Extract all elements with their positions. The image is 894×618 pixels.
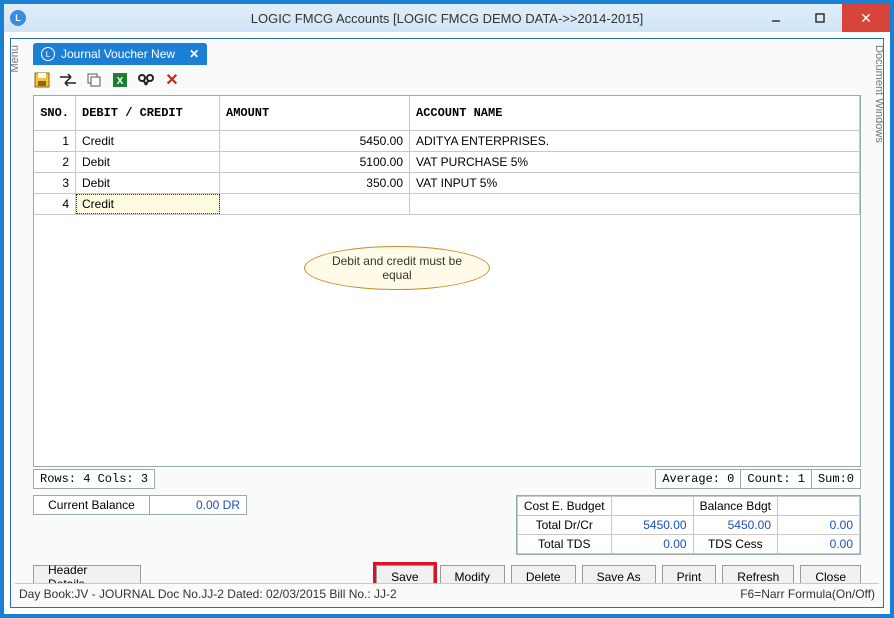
stat-average: Average: 0 <box>655 469 741 489</box>
doc-tab-icon: L <box>41 47 55 61</box>
document-tabstrip: L Journal Voucher New ✕ <box>33 43 207 65</box>
save-icon[interactable] <box>33 71 51 89</box>
current-balance-label: Current Balance <box>34 496 150 514</box>
current-balance-value: 0.00 DR <box>150 496 246 514</box>
doc-tab-close-icon[interactable]: ✕ <box>189 47 199 61</box>
doc-tab-title: Journal Voucher New <box>61 47 175 61</box>
total-dr-value: 5450.00 <box>611 516 693 535</box>
document-windows-sidebar-tab[interactable]: Document Windows <box>869 45 885 143</box>
table-row[interactable]: 3 Debit 350.00 VAT INPUT 5% <box>34 173 860 194</box>
toolbar: X ✕ <box>33 69 181 91</box>
client-area: Menu Document Windows L Journal Voucher … <box>10 38 884 608</box>
active-cell[interactable]: Credit <box>76 194 220 214</box>
content-area: SNO. DEBIT / CREDIT AMOUNT ACCOUNT NAME … <box>33 95 861 579</box>
total-cr-value: 5450.00 <box>693 516 777 535</box>
col-debit-credit[interactable]: DEBIT / CREDIT <box>76 96 220 130</box>
stat-count: Count: 1 <box>741 469 812 489</box>
maximize-button[interactable] <box>798 4 842 32</box>
menu-sidebar-tab[interactable]: Menu <box>9 45 25 73</box>
grid-body: 1 Credit 5450.00 ADITYA ENTERPRISES. 2 D… <box>34 131 860 466</box>
tds-cess-label: TDS Cess <box>693 535 777 554</box>
window-title: LOGIC FMCG Accounts [LOGIC FMCG DEMO DAT… <box>251 11 644 26</box>
app-icon: L <box>10 10 26 26</box>
window-controls: ✕ <box>754 4 890 32</box>
excel-icon[interactable]: X <box>111 71 129 89</box>
delete-icon[interactable]: ✕ <box>163 71 181 89</box>
total-tds-value: 0.00 <box>611 535 693 554</box>
total-diff-value: 0.00 <box>778 516 860 535</box>
grid-dimensions: Rows: 4 Cols: 3 <box>33 469 155 489</box>
swap-icon[interactable] <box>59 71 77 89</box>
stat-sum: Sum:0 <box>812 469 861 489</box>
current-balance-box: Current Balance 0.00 DR <box>33 495 247 515</box>
status-left: Day Book:JV - JOURNAL Doc No.JJ-2 Dated:… <box>19 587 397 601</box>
status-bar: Day Book:JV - JOURNAL Doc No.JJ-2 Dated:… <box>15 583 879 603</box>
grid-header: SNO. DEBIT / CREDIT AMOUNT ACCOUNT NAME <box>34 96 860 131</box>
total-tds-label: Total TDS <box>517 535 611 554</box>
col-amount[interactable]: AMOUNT <box>220 96 410 130</box>
table-row[interactable]: 1 Credit 5450.00 ADITYA ENTERPRISES. <box>34 131 860 152</box>
window-close-button[interactable]: ✕ <box>842 4 890 32</box>
tds-cess-value: 0.00 <box>778 535 860 554</box>
journal-grid[interactable]: SNO. DEBIT / CREDIT AMOUNT ACCOUNT NAME … <box>33 95 861 467</box>
minimize-button[interactable] <box>754 4 798 32</box>
titlebar: L LOGIC FMCG Accounts [LOGIC FMCG DEMO D… <box>4 4 890 32</box>
col-sno[interactable]: SNO. <box>34 96 76 130</box>
balance-budget-label: Balance Bdgt <box>693 497 777 516</box>
summary-row: Current Balance 0.00 DR Cost E. Budget B… <box>33 495 861 555</box>
document-tab-journal-voucher[interactable]: L Journal Voucher New ✕ <box>33 43 207 65</box>
find-icon[interactable] <box>137 71 155 89</box>
table-row[interactable]: 2 Debit 5100.00 VAT PURCHASE 5% <box>34 152 860 173</box>
col-account-name[interactable]: ACCOUNT NAME <box>410 96 860 130</box>
svg-text:X: X <box>117 76 124 87</box>
budget-table: Cost E. Budget Balance Bdgt Total Dr/Cr … <box>516 495 861 555</box>
table-row[interactable]: 4 Credit <box>34 194 860 215</box>
grid-stats-row: Rows: 4 Cols: 3 Average: 0 Count: 1 Sum:… <box>33 469 861 489</box>
copy-icon[interactable] <box>85 71 103 89</box>
total-drcr-label: Total Dr/Cr <box>517 516 611 535</box>
status-right: F6=Narr Formula(On/Off) <box>740 587 875 601</box>
cost-budget-value <box>611 497 693 516</box>
balance-budget-value <box>778 497 860 516</box>
cost-budget-label: Cost E. Budget <box>517 497 611 516</box>
app-window: L LOGIC FMCG Accounts [LOGIC FMCG DEMO D… <box>0 0 894 618</box>
callout-balance-warning: Debit and credit must be equal <box>304 246 490 290</box>
